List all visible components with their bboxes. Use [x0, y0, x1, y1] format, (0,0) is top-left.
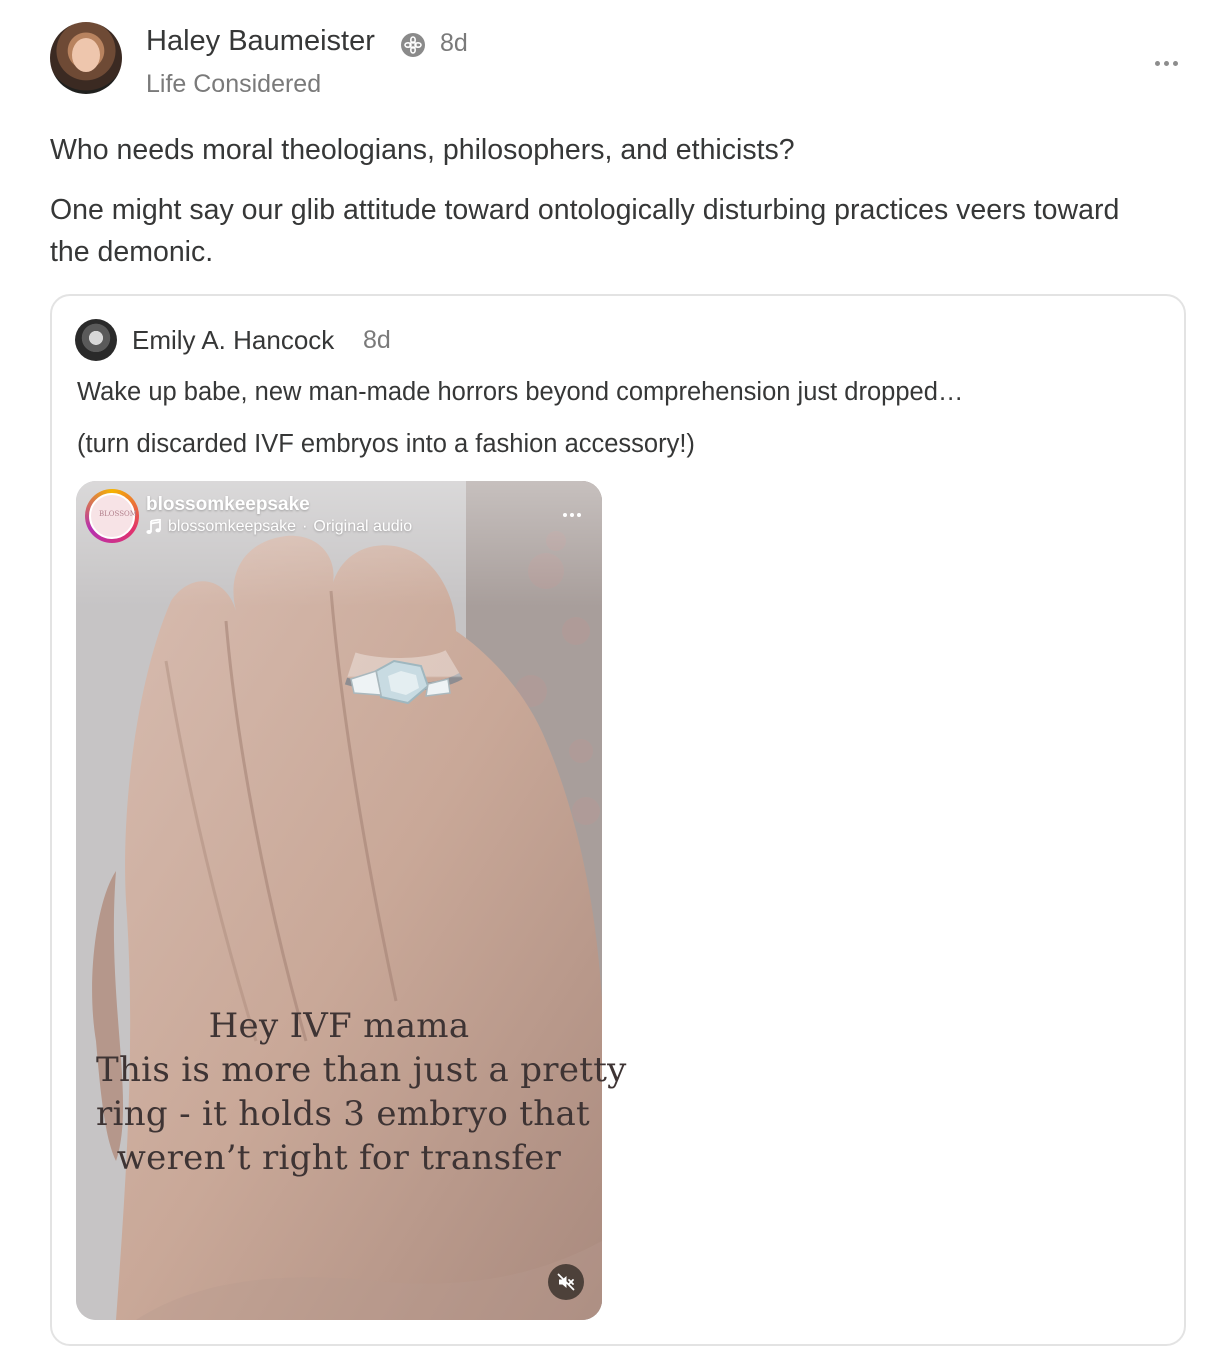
quoted-timestamp[interactable]: 8d [363, 326, 391, 355]
music-note-icon [146, 519, 161, 534]
brand-logo: BLOSSOM [89, 493, 137, 539]
instagram-account-avatar[interactable]: BLOSSOM [85, 489, 139, 543]
more-dots-icon [1172, 60, 1178, 66]
publication-name[interactable]: Life Considered [146, 70, 321, 99]
muted-speaker-icon [557, 1273, 575, 1291]
more-options-button[interactable] [1148, 48, 1184, 78]
brand-logo-text: BLOSSOM [99, 510, 137, 518]
quoted-author-name[interactable]: Emily A. Hancock [132, 325, 334, 356]
more-dots-icon [563, 513, 567, 517]
mute-toggle-button[interactable] [548, 1264, 584, 1300]
video-more-options-button[interactable] [558, 508, 586, 522]
video-caption-overlay: Hey IVF mama This is more than just a pr… [96, 1004, 627, 1180]
post-paragraph: Who needs moral theologians, philosopher… [50, 134, 795, 166]
post-paragraph: One might say our glib attitude toward o… [50, 194, 1120, 268]
instagram-handle[interactable]: blossomkeepsake [146, 494, 310, 516]
audio-attribution[interactable]: blossomkeepsake · Original audio [146, 518, 412, 536]
more-dots-icon [1154, 60, 1160, 66]
caption-line: ring - it holds 3 embryo that [96, 1094, 590, 1134]
more-dots-icon [570, 513, 574, 517]
video-frame-illustration [76, 481, 602, 1320]
post-timestamp[interactable]: 8d [440, 29, 468, 58]
author-name[interactable]: Haley Baumeister [146, 25, 375, 58]
quoted-author-avatar[interactable] [75, 319, 117, 361]
caption-line: This is more than just a pretty [96, 1050, 627, 1090]
author-avatar[interactable] [50, 22, 122, 94]
more-dots-icon [1163, 60, 1169, 66]
embedded-video[interactable] [76, 481, 602, 1320]
caption-line: weren’t right for transfer [116, 1138, 562, 1178]
audio-separator: · [302, 518, 308, 535]
caption-line: Hey IVF mama [208, 1006, 470, 1046]
note-post: Haley Baumeister 8d Life Considered Who … [0, 0, 1208, 1372]
quoted-paragraph: Wake up babe, new man-made horrors beyon… [77, 378, 964, 406]
quoted-paragraph: (turn discarded IVF embryos into a fashi… [77, 430, 695, 458]
audio-account: blossomkeepsake [168, 518, 297, 535]
audio-label: Original audio [313, 518, 413, 535]
more-dots-icon [577, 513, 581, 517]
verified-badge-icon [401, 33, 425, 57]
